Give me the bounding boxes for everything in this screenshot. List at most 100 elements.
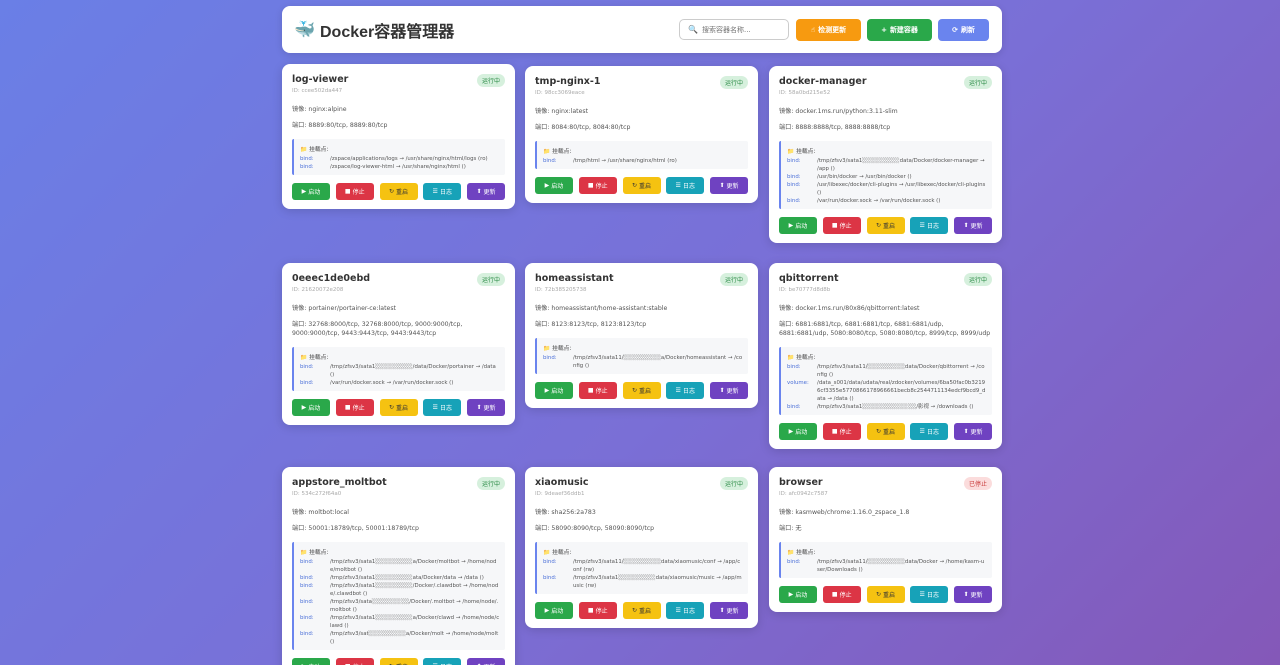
logs-button[interactable]: ☰日志 <box>666 382 705 399</box>
start-button[interactable]: ▶启动 <box>779 586 817 603</box>
restart-button[interactable]: ↻重启 <box>866 423 905 440</box>
log-icon: ☰ <box>919 428 925 435</box>
mount-type: bind: <box>300 599 314 605</box>
start-button[interactable]: ▶启动 <box>292 399 330 416</box>
logs-button[interactable]: ☰日志 <box>423 183 462 200</box>
mount-type: bind: <box>300 380 314 386</box>
restart-button[interactable]: ↻重启 <box>866 586 905 603</box>
start-button[interactable]: ▶启动 <box>779 217 817 234</box>
log-icon: ☰ <box>675 607 681 614</box>
play-icon: ▶ <box>544 387 550 394</box>
restart-button[interactable]: ↻重启 <box>379 183 418 200</box>
play-icon: ▶ <box>788 591 794 598</box>
restart-icon: ↻ <box>631 182 637 189</box>
mounts-panel: 📁 挂载点: bind: /tmp/zfsv3/sata11/░░░░░░░░░… <box>535 542 748 594</box>
update-button[interactable]: ⬆更新 <box>710 177 748 194</box>
search-box[interactable]: 🔍 <box>679 19 789 40</box>
restart-button[interactable]: ↻重启 <box>622 177 661 194</box>
status-badge: 运行中 <box>476 477 505 490</box>
stop-icon: ■ <box>344 188 351 195</box>
mount-path: /tmp/zfsv3/sat░░░░░░░░░a/Docker/molt → /… <box>330 631 499 645</box>
mount-type: bind: <box>787 364 801 370</box>
update-button[interactable]: ⬆更新 <box>467 183 505 200</box>
logs-button[interactable]: ☰日志 <box>423 658 462 665</box>
mount-row: bind: /var/run/docker.sock → /var/run/do… <box>787 197 987 205</box>
mount-row: bind: /tmp/zfsv3/sat░░░░░░░░░a/Docker/mo… <box>300 630 500 646</box>
restart-icon: ↻ <box>388 188 394 195</box>
restart-button[interactable]: ↻重启 <box>379 399 418 416</box>
stop-button[interactable]: ■停止 <box>822 586 861 603</box>
mount-type: bind: <box>787 559 801 565</box>
logs-button[interactable]: ☰日志 <box>666 602 705 619</box>
stop-button[interactable]: ■停止 <box>335 183 374 200</box>
folder-icon: 📁 <box>543 149 551 155</box>
folder-icon: 📁 <box>543 346 551 352</box>
restart-icon: ↻ <box>875 591 881 598</box>
mount-row: bind: /tmp/zfsv3/sata1░░░░░░░░░ata/Docke… <box>300 574 500 582</box>
container-image: 镜像: nginx:latest <box>535 108 589 115</box>
stop-button[interactable]: ■停止 <box>578 382 617 399</box>
logs-button[interactable]: ☰日志 <box>910 217 949 234</box>
update-arrow-icon: ⬆ <box>963 222 969 229</box>
action-buttons: ▶启动 ■停止 ↻重启 ☰日志 ⬆更新 <box>535 177 748 194</box>
start-button[interactable]: ▶启动 <box>535 382 573 399</box>
log-icon: ☰ <box>432 404 438 411</box>
container-ports: 端口: 8889:80/tcp, 8889:80/tcp <box>292 122 388 129</box>
stop-button[interactable]: ■停止 <box>578 602 617 619</box>
refresh-icon: ⟳ <box>952 25 958 34</box>
restart-button[interactable]: ↻重启 <box>866 217 905 234</box>
start-button[interactable]: ▶启动 <box>535 602 573 619</box>
mount-type: bind: <box>300 559 314 565</box>
stop-button[interactable]: ■停止 <box>822 217 861 234</box>
mount-type: bind: <box>543 355 557 361</box>
play-icon: ▶ <box>788 428 794 435</box>
logs-button[interactable]: ☰日志 <box>910 586 949 603</box>
mounts-title: 📁 挂载点: <box>543 346 572 352</box>
restart-icon: ↻ <box>875 428 881 435</box>
mounts-title: 📁 挂载点: <box>787 550 816 556</box>
container-id: ID: 98cc3069eace <box>535 90 585 96</box>
check-update-button[interactable]: ☝ 检测更新 <box>796 18 861 41</box>
stop-button[interactable]: ■停止 <box>335 658 374 665</box>
status-badge: 已停止 <box>963 477 992 490</box>
update-button[interactable]: ⬆更新 <box>467 658 505 665</box>
mount-row: bind: /usr/bin/docker → /usr/bin/docker … <box>787 173 987 181</box>
mount-type: bind: <box>300 164 314 170</box>
hand-icon: ☝ <box>810 25 816 34</box>
logs-button[interactable]: ☰日志 <box>910 423 949 440</box>
restart-button[interactable]: ↻重启 <box>622 602 661 619</box>
search-input[interactable] <box>701 25 782 34</box>
container-card: browser ID: afc0942c7587 已停止 镜像: kasmweb… <box>769 467 1002 612</box>
logs-button[interactable]: ☰日志 <box>423 399 462 416</box>
update-button[interactable]: ⬆更新 <box>954 423 992 440</box>
stop-button[interactable]: ■停止 <box>822 423 861 440</box>
update-button[interactable]: ⬆更新 <box>467 399 505 416</box>
stop-button[interactable]: ■停止 <box>335 399 374 416</box>
start-button[interactable]: ▶启动 <box>779 423 817 440</box>
action-buttons: ▶启动 ■停止 ↻重启 ☰日志 ⬆更新 <box>535 382 748 399</box>
mount-row: bind: /zspace/applications/logs → /usr/s… <box>300 155 500 163</box>
restart-button[interactable]: ↻重启 <box>379 658 418 665</box>
container-image: 镜像: moltbot:local <box>292 509 350 516</box>
play-icon: ▶ <box>301 188 307 195</box>
update-button[interactable]: ⬆更新 <box>954 217 992 234</box>
container-image: 镜像: docker.1ms.run/80x86/qbittorrent:lat… <box>779 305 920 312</box>
start-button[interactable]: ▶启动 <box>292 183 330 200</box>
refresh-button[interactable]: ⟳ 刷新 <box>938 18 989 41</box>
start-button[interactable]: ▶启动 <box>535 177 573 194</box>
update-button[interactable]: ⬆更新 <box>710 602 748 619</box>
update-button[interactable]: ⬆更新 <box>710 382 748 399</box>
restart-button[interactable]: ↻重启 <box>622 382 661 399</box>
log-icon: ☰ <box>919 222 925 229</box>
new-container-button[interactable]: + 新建容器 <box>867 18 932 41</box>
mount-path: /tmp/zfsv3/sata░░░░░░░░░/Docker/.moltbot… <box>330 599 499 613</box>
logs-button[interactable]: ☰日志 <box>666 177 705 194</box>
stop-button[interactable]: ■停止 <box>578 177 617 194</box>
update-button[interactable]: ⬆更新 <box>954 586 992 603</box>
start-button[interactable]: ▶启动 <box>292 658 330 665</box>
update-arrow-icon: ⬆ <box>719 607 725 614</box>
container-ports: 端口: 无 <box>779 525 802 532</box>
log-icon: ☰ <box>432 188 438 195</box>
action-buttons: ▶启动 ■停止 ↻重启 ☰日志 ⬆更新 <box>292 658 505 665</box>
mount-path: /tmp/zfsv3/sata1░░░░░░░░░/data/Docker/po… <box>330 364 496 378</box>
